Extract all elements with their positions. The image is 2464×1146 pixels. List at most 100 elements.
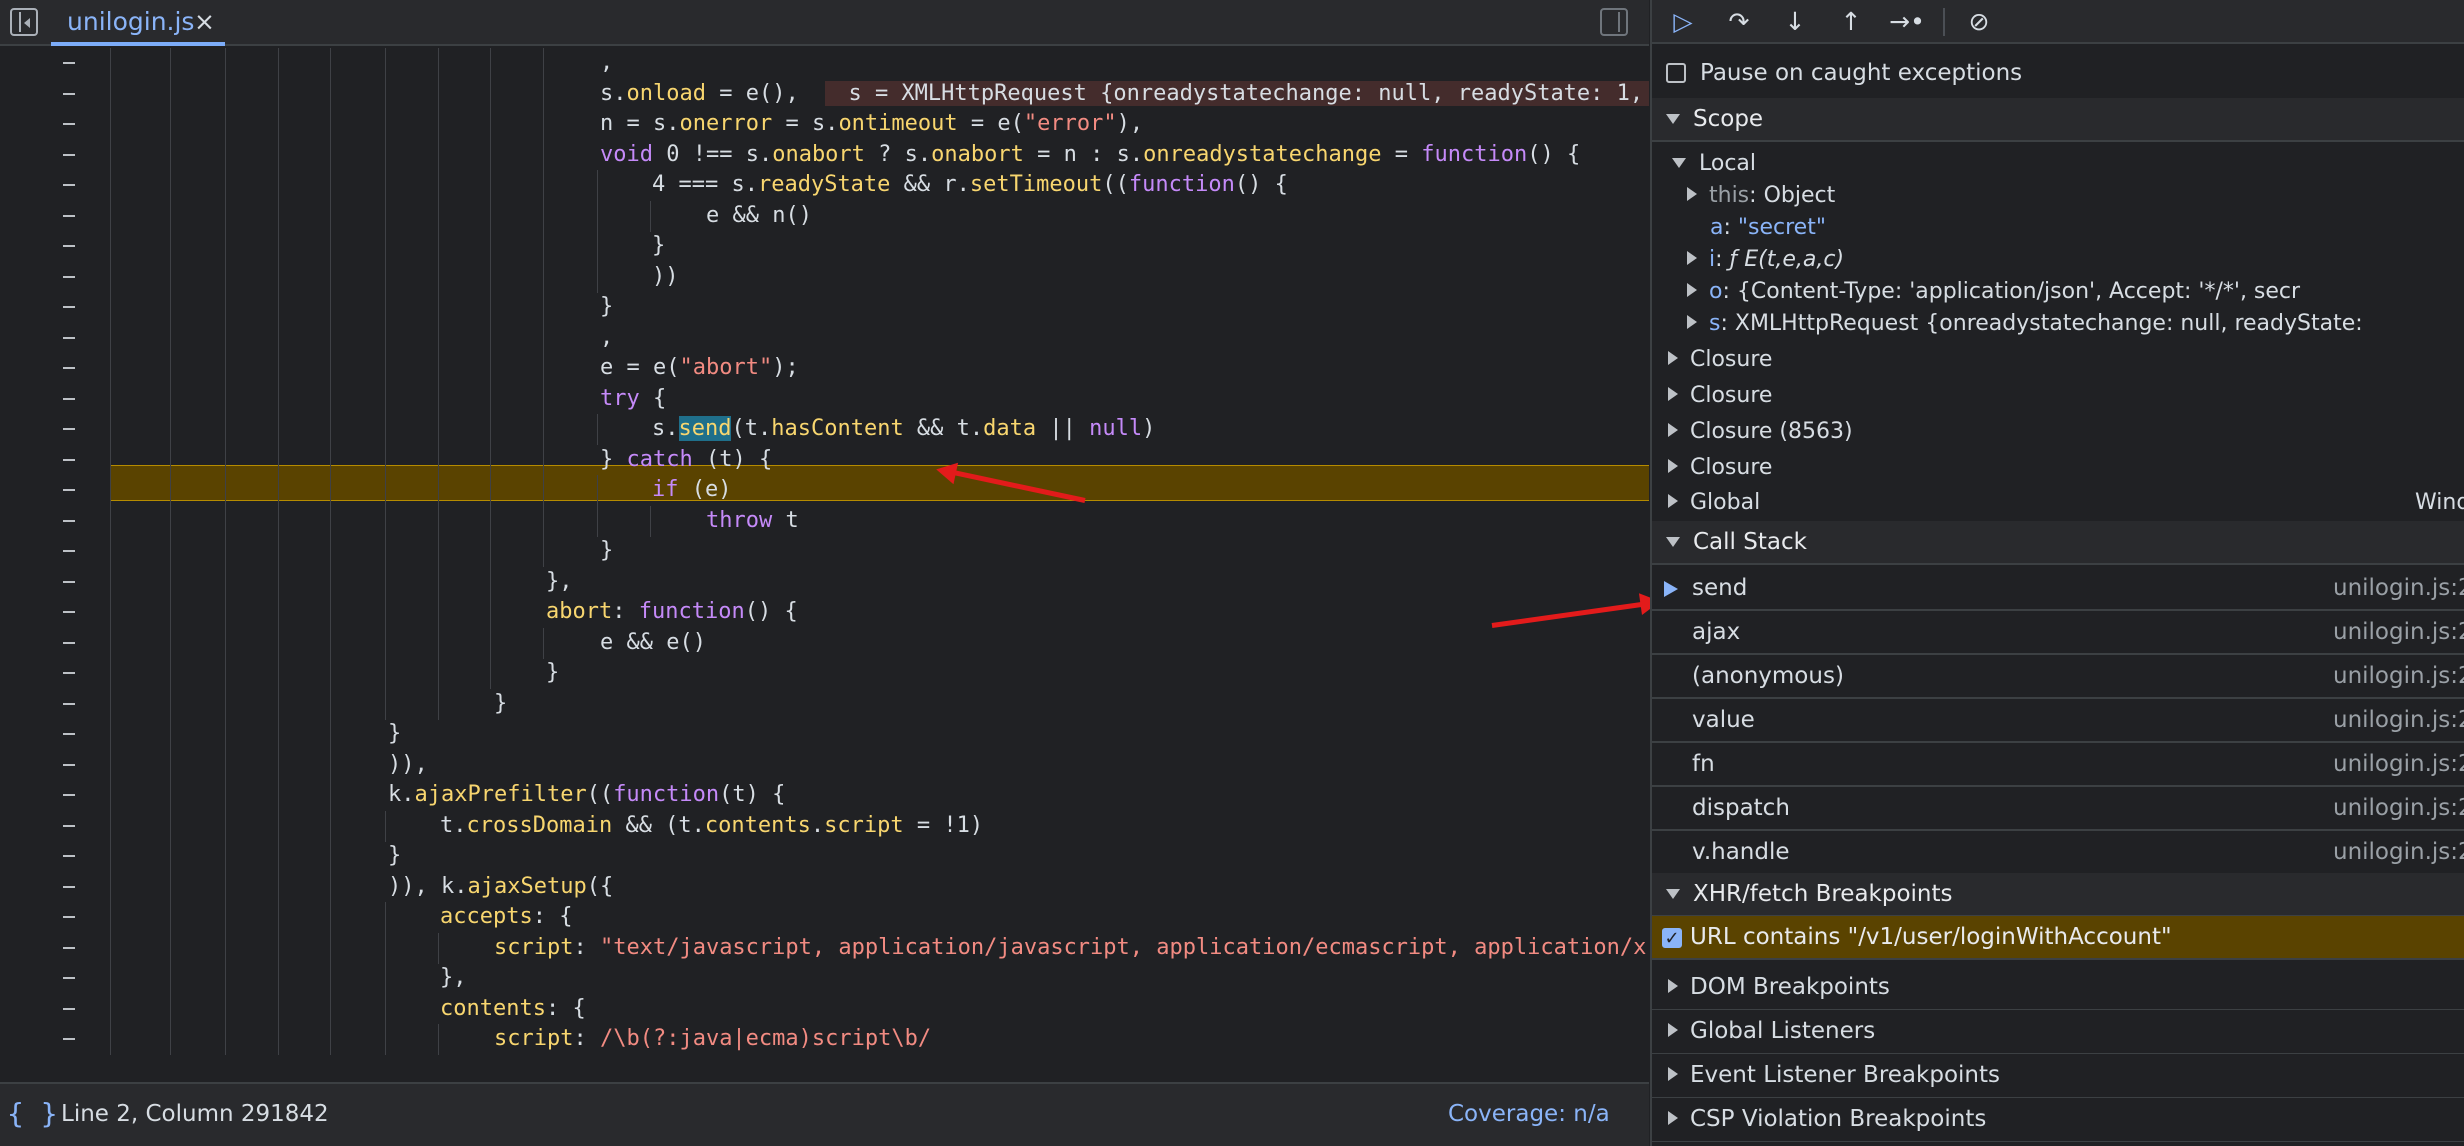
call-frame-location[interactable]: unilogin.js:2 (2333, 567, 2464, 609)
indent-guide (110, 597, 111, 628)
indent-guide (330, 231, 331, 262)
code-line: if (e) (0, 475, 1649, 506)
step-icon[interactable]: →• (1888, 5, 1926, 39)
indent-guide (330, 780, 331, 811)
scope-closure[interactable]: Closure (1652, 452, 2464, 486)
indent-guide (170, 566, 171, 598)
code-token: 4 === s. (652, 172, 758, 197)
code-token: catch (626, 446, 693, 472)
file-tab-unilogin[interactable]: unilogin.js × (51, 0, 225, 46)
code-editor[interactable]: , s.onload = e(), s = XMLHttpRequest {onr… (0, 46, 1649, 1082)
indent-guide (278, 444, 279, 476)
code-token: (( (586, 782, 614, 807)
call-frame-location[interactable]: unilogin.js:2 (2333, 743, 2464, 785)
indent-guide (330, 566, 331, 598)
scope-key: a (1710, 215, 1724, 240)
indent-guide (278, 414, 279, 445)
code-text: } (652, 231, 665, 261)
step-over-icon[interactable]: ↷ (1720, 5, 1758, 39)
scope-value: XMLHttpRequest {onreadystatechange: null… (1734, 311, 2363, 336)
step-into-icon[interactable]: ↓ (1776, 5, 1814, 39)
call-frame-location[interactable]: unilogin.js:2 (2333, 699, 2464, 741)
deactivate-breakpoints-icon[interactable]: ⊘ (1960, 5, 1998, 39)
indent-guide (438, 658, 439, 689)
call-frame-location[interactable]: unilogin.js:2 (2333, 787, 2464, 829)
indent-guide (225, 292, 226, 323)
indent-guide (490, 627, 491, 659)
call-frame-location[interactable]: unilogin.js:2 (2333, 611, 2464, 653)
close-icon[interactable]: × (194, 0, 222, 44)
indent-guide (438, 566, 439, 598)
file-tab-label: unilogin.js (67, 7, 195, 36)
indent-guide (278, 1024, 279, 1055)
code-text: } (388, 719, 401, 749)
debugger-sidebar-toggle-icon[interactable] (1600, 8, 1628, 36)
pretty-print-icon[interactable]: { } (7, 1098, 58, 1130)
scope-item[interactable]: s: XMLHttpRequest {onreadystatechange: n… (1652, 308, 2464, 340)
call-frame[interactable]: (anonymous) unilogin.js:2 (1652, 655, 2464, 699)
indent-guide (278, 688, 279, 720)
indent-guide (170, 963, 171, 994)
breakpoint-section[interactable]: DOM Breakpoints (1652, 966, 2464, 1010)
debugger-toolbar: ▷ ↷ ↓ ↑ →• ⊘ (1652, 0, 2464, 44)
scope-closure[interactable]: Closure (8563) (1652, 416, 2464, 450)
breakpoint-section[interactable]: Event Listener Breakpoints (1652, 1054, 2464, 1098)
coverage-status[interactable]: Coverage: n/a (1448, 1098, 1610, 1130)
indent-guide (438, 292, 439, 323)
code-token: contents (440, 995, 546, 1021)
scope-item[interactable]: o: {Content-Type: 'application/json', Ac… (1652, 276, 2464, 308)
scope-item[interactable]: this: Object (1652, 180, 2464, 212)
code-line: s.onload = e(), s = XMLHttpRequest {onre… (0, 78, 1649, 110)
call-frame[interactable]: fn unilogin.js:2 (1652, 743, 2464, 787)
indent-guide (170, 749, 171, 781)
indent-guide (438, 1024, 439, 1055)
call-frame[interactable]: v.handle unilogin.js:2 (1652, 831, 2464, 875)
call-frame[interactable]: value unilogin.js:2 (1652, 699, 2464, 743)
gutter-mark (63, 672, 75, 674)
gutter-mark (63, 62, 75, 64)
scope-header[interactable]: Scope (1652, 98, 2464, 142)
pause-caught-row[interactable]: Pause on caught exceptions (1652, 56, 2464, 90)
indent-guide (490, 139, 491, 171)
call-frame[interactable]: dispatch unilogin.js:2 (1652, 787, 2464, 831)
call-stack-header[interactable]: Call Stack (1652, 521, 2464, 565)
xhr-breakpoints-header[interactable]: XHR/fetch Breakpoints (1652, 873, 2464, 917)
resume-icon[interactable]: ▷ (1664, 5, 1702, 39)
code-text: script: /\b(?:java|ecma)script\b/ (494, 1024, 931, 1054)
pause-caught-checkbox[interactable] (1666, 63, 1686, 83)
global-value: Wind (2415, 490, 2464, 515)
scope-closure[interactable]: Closure (1652, 380, 2464, 414)
indent-guide (278, 48, 279, 79)
call-frame-name: value (1692, 707, 1755, 733)
call-frame[interactable]: ajax unilogin.js:2 (1652, 611, 2464, 655)
scope-global[interactable]: Global Wind (1652, 487, 2464, 522)
step-out-icon[interactable]: ↑ (1832, 5, 1870, 39)
call-frame[interactable]: send unilogin.js:2 (1652, 567, 2464, 611)
call-frame-location[interactable]: unilogin.js:2 (2333, 831, 2464, 873)
xhr-breakpoint-checkbox[interactable]: ✓ (1662, 928, 1682, 948)
scope-local[interactable]: Local (1652, 148, 2464, 180)
navigator-toggle-icon[interactable] (10, 8, 38, 36)
indent-guide (225, 627, 226, 659)
indent-guide (438, 597, 439, 628)
scope-item[interactable]: i: ƒ E(t,e,a,c) (1652, 244, 2464, 276)
indent-guide (490, 109, 491, 140)
gutter-mark (63, 489, 75, 491)
indent-guide (330, 322, 331, 354)
breakpoint-section[interactable]: Global Listeners (1652, 1010, 2464, 1054)
indent-guide (170, 383, 171, 415)
scope-item[interactable]: a: "secret" (1652, 212, 2464, 244)
code-token: k. (388, 782, 415, 807)
breakpoint-section[interactable]: CSP Violation Breakpoints (1652, 1098, 2464, 1142)
gutter-mark (63, 306, 75, 308)
xhr-breakpoint-entry[interactable]: ✓ URL contains "/v1/user/loginWithAccoun… (1652, 916, 2464, 960)
xhr-title: XHR/fetch Breakpoints (1693, 881, 1953, 907)
code-token: } (600, 538, 614, 563)
indent-guide (490, 597, 491, 628)
code-line: k.ajaxPrefilter((function(t) { (0, 780, 1649, 811)
indent-guide (385, 475, 386, 506)
call-frame-location[interactable]: unilogin.js:2 (2333, 655, 2464, 697)
scope-closure[interactable]: Closure (1652, 344, 2464, 378)
scope-colon: : (1720, 311, 1735, 336)
indent-guide (278, 780, 279, 811)
